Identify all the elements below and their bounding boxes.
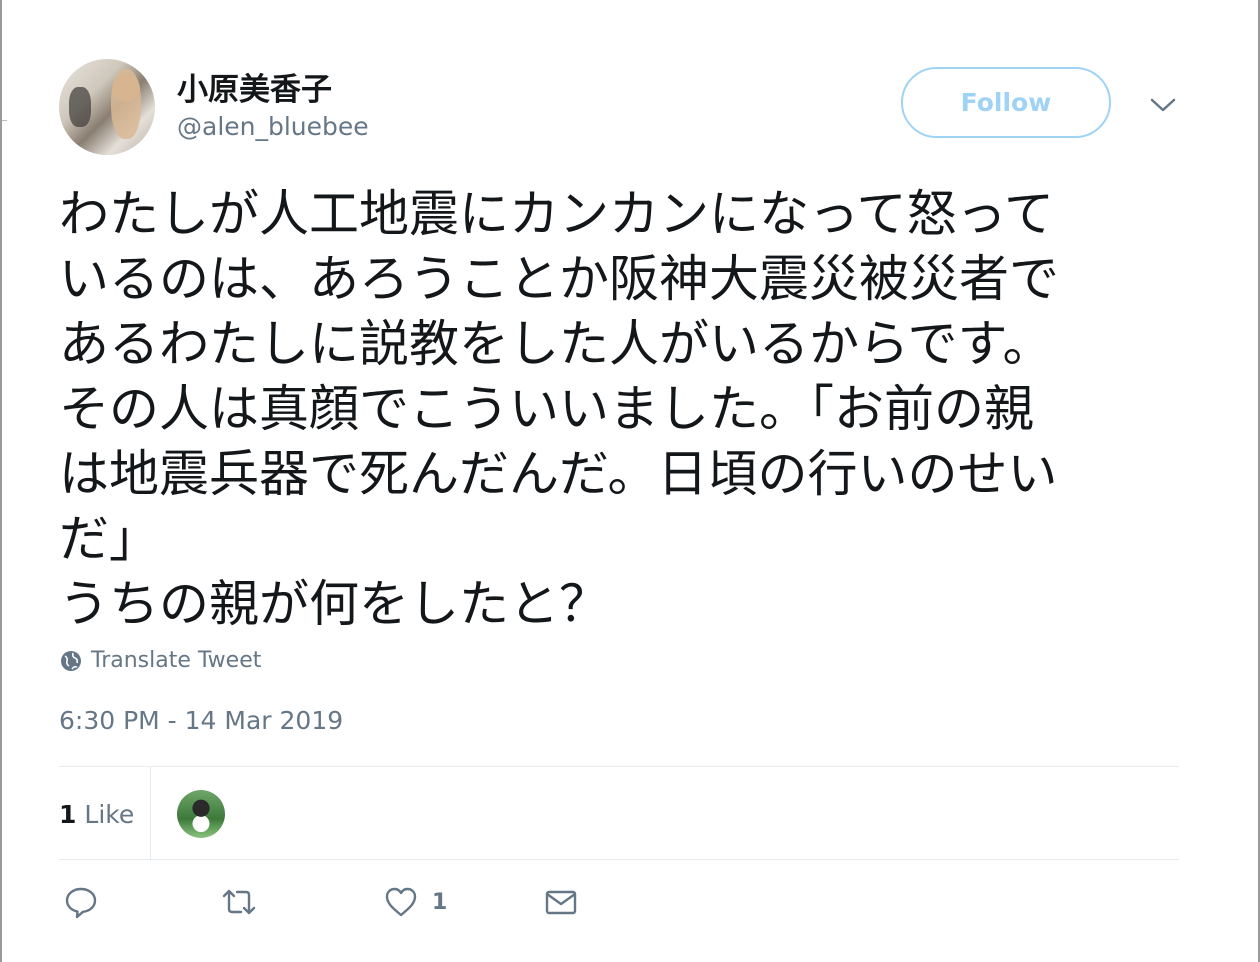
edge-mark: [2, 120, 7, 121]
likes-stat[interactable]: 1 Like: [59, 767, 151, 861]
translate-label: Translate Tweet: [91, 648, 262, 673]
liker-avatar[interactable]: [177, 790, 225, 838]
globe-icon: [61, 650, 81, 671]
tweet-card: 小原美香子 @alen_bluebee Follow わたしが人工地震にカンカン…: [0, 0, 1260, 962]
likes-label: Like: [84, 799, 135, 829]
author-avatar[interactable]: [59, 59, 155, 155]
retweet-icon: [222, 889, 256, 915]
tweet-stats: 1 Like: [59, 766, 1179, 861]
direct-message-button[interactable]: [544, 885, 578, 919]
envelope-icon: [545, 890, 577, 915]
retweet-button[interactable]: [222, 885, 256, 919]
author-handle[interactable]: @alen_bluebee: [177, 112, 369, 141]
translate-tweet-link[interactable]: Translate Tweet: [59, 648, 261, 673]
like-button[interactable]: 1: [384, 885, 447, 919]
tweet-text: わたしが人工地震にカンカンになって怒って いるのは、あろうことか阪神大震災被災者…: [59, 185, 1059, 633]
author-display-name[interactable]: 小原美香子: [177, 64, 332, 109]
tweet-actions: 1: [59, 885, 659, 935]
reply-icon: [65, 887, 97, 919]
heart-icon: [385, 887, 417, 917]
reply-button[interactable]: [64, 885, 98, 919]
like-count: 1: [432, 889, 448, 915]
follow-button[interactable]: Follow: [901, 67, 1111, 138]
likes-count: 1: [59, 799, 77, 829]
chevron-down-icon[interactable]: [1148, 94, 1178, 116]
tweet-timestamp[interactable]: 6:30 PM - 14 Mar 2019: [59, 706, 343, 735]
